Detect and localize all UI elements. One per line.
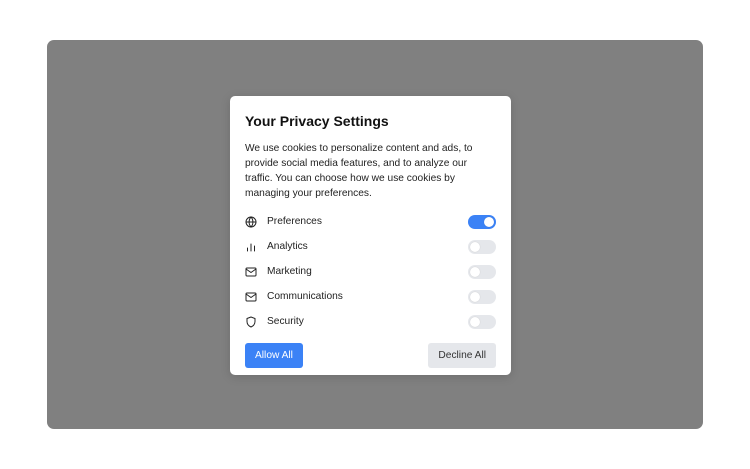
preferences-toggle[interactable] xyxy=(468,214,496,229)
mail-icon xyxy=(245,266,257,278)
option-analytics: Analytics xyxy=(245,234,496,259)
dialog-actions: Allow All Decline All xyxy=(245,343,496,369)
dialog-title: Your Privacy Settings xyxy=(245,113,389,129)
marketing-toggle[interactable] xyxy=(468,264,496,279)
dialog-description: We use cookies to personalize content an… xyxy=(245,143,473,199)
shield-icon xyxy=(245,316,257,328)
bar-chart-icon xyxy=(245,241,257,253)
analytics-toggle[interactable] xyxy=(468,239,496,254)
cookie-options-list: Preferences Analytics Marketing Communic… xyxy=(245,209,496,334)
communications-toggle[interactable] xyxy=(468,289,496,304)
option-marketing: Marketing xyxy=(245,259,496,284)
option-label: Marketing xyxy=(267,266,312,278)
option-security: Security xyxy=(245,309,496,334)
mail-icon xyxy=(245,291,257,303)
option-preferences: Preferences xyxy=(245,209,496,234)
privacy-settings-dialog: Your Privacy Settings We use cookies to … xyxy=(230,96,511,375)
option-label: Analytics xyxy=(267,241,308,253)
security-toggle[interactable] xyxy=(468,314,496,329)
decline-all-button[interactable]: Decline All xyxy=(428,343,496,369)
option-label: Communications xyxy=(267,291,343,303)
option-label: Preferences xyxy=(267,216,322,228)
option-communications: Communications xyxy=(245,284,496,309)
globe-icon xyxy=(245,215,257,228)
allow-all-button[interactable]: Allow All xyxy=(245,343,303,369)
option-label: Security xyxy=(267,316,304,328)
